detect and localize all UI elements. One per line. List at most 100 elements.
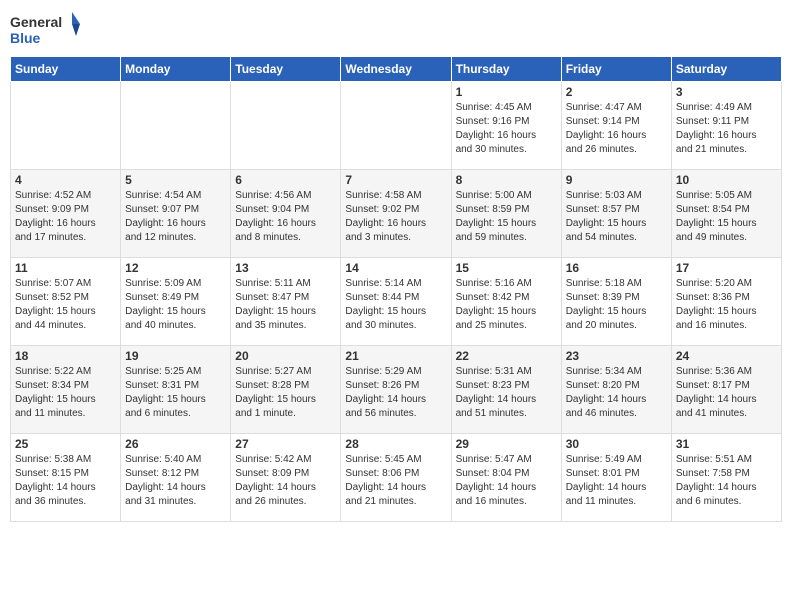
day-info: Sunrise: 5:03 AM Sunset: 8:57 PM Dayligh… bbox=[566, 189, 667, 245]
day-number: 14 bbox=[345, 261, 446, 275]
calendar-cell: 22 Sunrise: 5:31 AM Sunset: 8:23 PM Dayli… bbox=[451, 346, 561, 434]
day-info: Sunrise: 5:34 AM Sunset: 8:20 PM Dayligh… bbox=[566, 365, 667, 421]
day-number: 20 bbox=[235, 349, 336, 363]
day-number: 12 bbox=[125, 261, 226, 275]
calendar-cell: 29 Sunrise: 5:47 AM Sunset: 8:04 PM Dayli… bbox=[451, 434, 561, 522]
day-info: Sunrise: 5:07 AM Sunset: 8:52 PM Dayligh… bbox=[15, 277, 116, 333]
calendar-cell: 7 Sunrise: 4:58 AM Sunset: 9:02 PM Daylig… bbox=[341, 170, 451, 258]
calendar-cell: 31 Sunrise: 5:51 AM Sunset: 7:58 PM Dayli… bbox=[671, 434, 781, 522]
day-number: 31 bbox=[676, 437, 777, 451]
day-number: 13 bbox=[235, 261, 336, 275]
calendar-cell: 27 Sunrise: 5:42 AM Sunset: 8:09 PM Dayli… bbox=[231, 434, 341, 522]
day-info: Sunrise: 5:09 AM Sunset: 8:49 PM Dayligh… bbox=[125, 277, 226, 333]
day-number: 1 bbox=[456, 85, 557, 99]
day-number: 27 bbox=[235, 437, 336, 451]
day-info: Sunrise: 4:45 AM Sunset: 9:16 PM Dayligh… bbox=[456, 101, 557, 157]
day-header-thursday: Thursday bbox=[451, 57, 561, 82]
day-info: Sunrise: 5:16 AM Sunset: 8:42 PM Dayligh… bbox=[456, 277, 557, 333]
calendar-week-2: 4 Sunrise: 4:52 AM Sunset: 9:09 PM Daylig… bbox=[11, 170, 782, 258]
calendar-cell: 19 Sunrise: 5:25 AM Sunset: 8:31 PM Dayli… bbox=[121, 346, 231, 434]
day-number: 24 bbox=[676, 349, 777, 363]
day-header-sunday: Sunday bbox=[11, 57, 121, 82]
calendar-cell: 8 Sunrise: 5:00 AM Sunset: 8:59 PM Daylig… bbox=[451, 170, 561, 258]
day-info: Sunrise: 5:20 AM Sunset: 8:36 PM Dayligh… bbox=[676, 277, 777, 333]
day-number: 25 bbox=[15, 437, 116, 451]
calendar-cell: 15 Sunrise: 5:16 AM Sunset: 8:42 PM Dayli… bbox=[451, 258, 561, 346]
day-info: Sunrise: 5:05 AM Sunset: 8:54 PM Dayligh… bbox=[676, 189, 777, 245]
day-number: 28 bbox=[345, 437, 446, 451]
calendar-week-4: 18Sunrise: 5:22 AM Sunset: 8:34 PM Dayli… bbox=[11, 346, 782, 434]
day-header-monday: Monday bbox=[121, 57, 231, 82]
day-number: 21 bbox=[345, 349, 446, 363]
day-info: Sunrise: 5:49 AM Sunset: 8:01 PM Dayligh… bbox=[566, 453, 667, 509]
day-info: Sunrise: 5:18 AM Sunset: 8:39 PM Dayligh… bbox=[566, 277, 667, 333]
calendar-cell bbox=[121, 82, 231, 170]
day-info: Sunrise: 4:58 AM Sunset: 9:02 PM Dayligh… bbox=[345, 189, 446, 245]
calendar-cell: 14 Sunrise: 5:14 AM Sunset: 8:44 PM Dayli… bbox=[341, 258, 451, 346]
day-info: Sunrise: 5:31 AM Sunset: 8:23 PM Dayligh… bbox=[456, 365, 557, 421]
day-number: 23 bbox=[566, 349, 667, 363]
day-info: Sunrise: 4:52 AM Sunset: 9:09 PM Dayligh… bbox=[15, 189, 116, 245]
calendar-cell: 28Sunrise: 5:45 AM Sunset: 8:06 PM Dayli… bbox=[341, 434, 451, 522]
day-number: 22 bbox=[456, 349, 557, 363]
day-info: Sunrise: 4:56 AM Sunset: 9:04 PM Dayligh… bbox=[235, 189, 336, 245]
day-info: Sunrise: 5:38 AM Sunset: 8:15 PM Dayligh… bbox=[15, 453, 116, 509]
calendar-cell bbox=[341, 82, 451, 170]
day-info: Sunrise: 5:42 AM Sunset: 8:09 PM Dayligh… bbox=[235, 453, 336, 509]
svg-text:Blue: Blue bbox=[10, 30, 41, 46]
day-info: Sunrise: 5:14 AM Sunset: 8:44 PM Dayligh… bbox=[345, 277, 446, 333]
day-number: 26 bbox=[125, 437, 226, 451]
day-info: Sunrise: 5:27 AM Sunset: 8:28 PM Dayligh… bbox=[235, 365, 336, 421]
calendar-cell: 24 Sunrise: 5:36 AM Sunset: 8:17 PM Dayli… bbox=[671, 346, 781, 434]
day-number: 8 bbox=[456, 173, 557, 187]
calendar-cell: 12 Sunrise: 5:09 AM Sunset: 8:49 PM Dayli… bbox=[121, 258, 231, 346]
day-number: 19 bbox=[125, 349, 226, 363]
calendar-cell: 4 Sunrise: 4:52 AM Sunset: 9:09 PM Daylig… bbox=[11, 170, 121, 258]
day-info: Sunrise: 5:40 AM Sunset: 8:12 PM Dayligh… bbox=[125, 453, 226, 509]
day-info: Sunrise: 5:11 AM Sunset: 8:47 PM Dayligh… bbox=[235, 277, 336, 333]
calendar-cell: 11 Sunrise: 5:07 AM Sunset: 8:52 PM Dayli… bbox=[11, 258, 121, 346]
calendar-week-3: 11 Sunrise: 5:07 AM Sunset: 8:52 PM Dayli… bbox=[11, 258, 782, 346]
calendar-cell: 18Sunrise: 5:22 AM Sunset: 8:34 PM Dayli… bbox=[11, 346, 121, 434]
day-number: 7 bbox=[345, 173, 446, 187]
calendar-cell: 16 Sunrise: 5:18 AM Sunset: 8:39 PM Dayli… bbox=[561, 258, 671, 346]
day-info: Sunrise: 5:25 AM Sunset: 8:31 PM Dayligh… bbox=[125, 365, 226, 421]
calendar-week-5: 25 Sunrise: 5:38 AM Sunset: 8:15 PM Dayli… bbox=[11, 434, 782, 522]
page-header: General Blue bbox=[10, 10, 782, 50]
calendar-cell bbox=[11, 82, 121, 170]
calendar-cell: 3 Sunrise: 4:49 AM Sunset: 9:11 PM Daylig… bbox=[671, 82, 781, 170]
day-info: Sunrise: 5:29 AM Sunset: 8:26 PM Dayligh… bbox=[345, 365, 446, 421]
calendar-cell: 26 Sunrise: 5:40 AM Sunset: 8:12 PM Dayli… bbox=[121, 434, 231, 522]
day-info: Sunrise: 5:36 AM Sunset: 8:17 PM Dayligh… bbox=[676, 365, 777, 421]
day-number: 15 bbox=[456, 261, 557, 275]
calendar-cell: 10 Sunrise: 5:05 AM Sunset: 8:54 PM Dayli… bbox=[671, 170, 781, 258]
day-number: 4 bbox=[15, 173, 116, 187]
calendar-cell: 25 Sunrise: 5:38 AM Sunset: 8:15 PM Dayli… bbox=[11, 434, 121, 522]
calendar-cell: 6Sunrise: 4:56 AM Sunset: 9:04 PM Daylig… bbox=[231, 170, 341, 258]
day-number: 29 bbox=[456, 437, 557, 451]
day-info: Sunrise: 4:49 AM Sunset: 9:11 PM Dayligh… bbox=[676, 101, 777, 157]
day-number: 17 bbox=[676, 261, 777, 275]
calendar-cell: 23 Sunrise: 5:34 AM Sunset: 8:20 PM Dayli… bbox=[561, 346, 671, 434]
day-number: 3 bbox=[676, 85, 777, 99]
calendar-cell: 13 Sunrise: 5:11 AM Sunset: 8:47 PM Dayli… bbox=[231, 258, 341, 346]
calendar-cell: 17 Sunrise: 5:20 AM Sunset: 8:36 PM Dayli… bbox=[671, 258, 781, 346]
day-number: 9 bbox=[566, 173, 667, 187]
calendar-week-1: 1 Sunrise: 4:45 AM Sunset: 9:16 PM Daylig… bbox=[11, 82, 782, 170]
day-number: 5 bbox=[125, 173, 226, 187]
day-number: 2 bbox=[566, 85, 667, 99]
day-info: Sunrise: 5:00 AM Sunset: 8:59 PM Dayligh… bbox=[456, 189, 557, 245]
day-info: Sunrise: 4:47 AM Sunset: 9:14 PM Dayligh… bbox=[566, 101, 667, 157]
calendar-cell: 9 Sunrise: 5:03 AM Sunset: 8:57 PM Daylig… bbox=[561, 170, 671, 258]
day-number: 11 bbox=[15, 261, 116, 275]
day-info: Sunrise: 5:47 AM Sunset: 8:04 PM Dayligh… bbox=[456, 453, 557, 509]
calendar-cell: 30Sunrise: 5:49 AM Sunset: 8:01 PM Dayli… bbox=[561, 434, 671, 522]
day-number: 16 bbox=[566, 261, 667, 275]
calendar-header-row: SundayMondayTuesdayWednesdayThursdayFrid… bbox=[11, 57, 782, 82]
day-info: Sunrise: 5:22 AM Sunset: 8:34 PM Dayligh… bbox=[15, 365, 116, 421]
day-number: 10 bbox=[676, 173, 777, 187]
calendar-cell: 2 Sunrise: 4:47 AM Sunset: 9:14 PM Daylig… bbox=[561, 82, 671, 170]
day-info: Sunrise: 5:51 AM Sunset: 7:58 PM Dayligh… bbox=[676, 453, 777, 509]
calendar-cell: 1 Sunrise: 4:45 AM Sunset: 9:16 PM Daylig… bbox=[451, 82, 561, 170]
calendar-cell bbox=[231, 82, 341, 170]
